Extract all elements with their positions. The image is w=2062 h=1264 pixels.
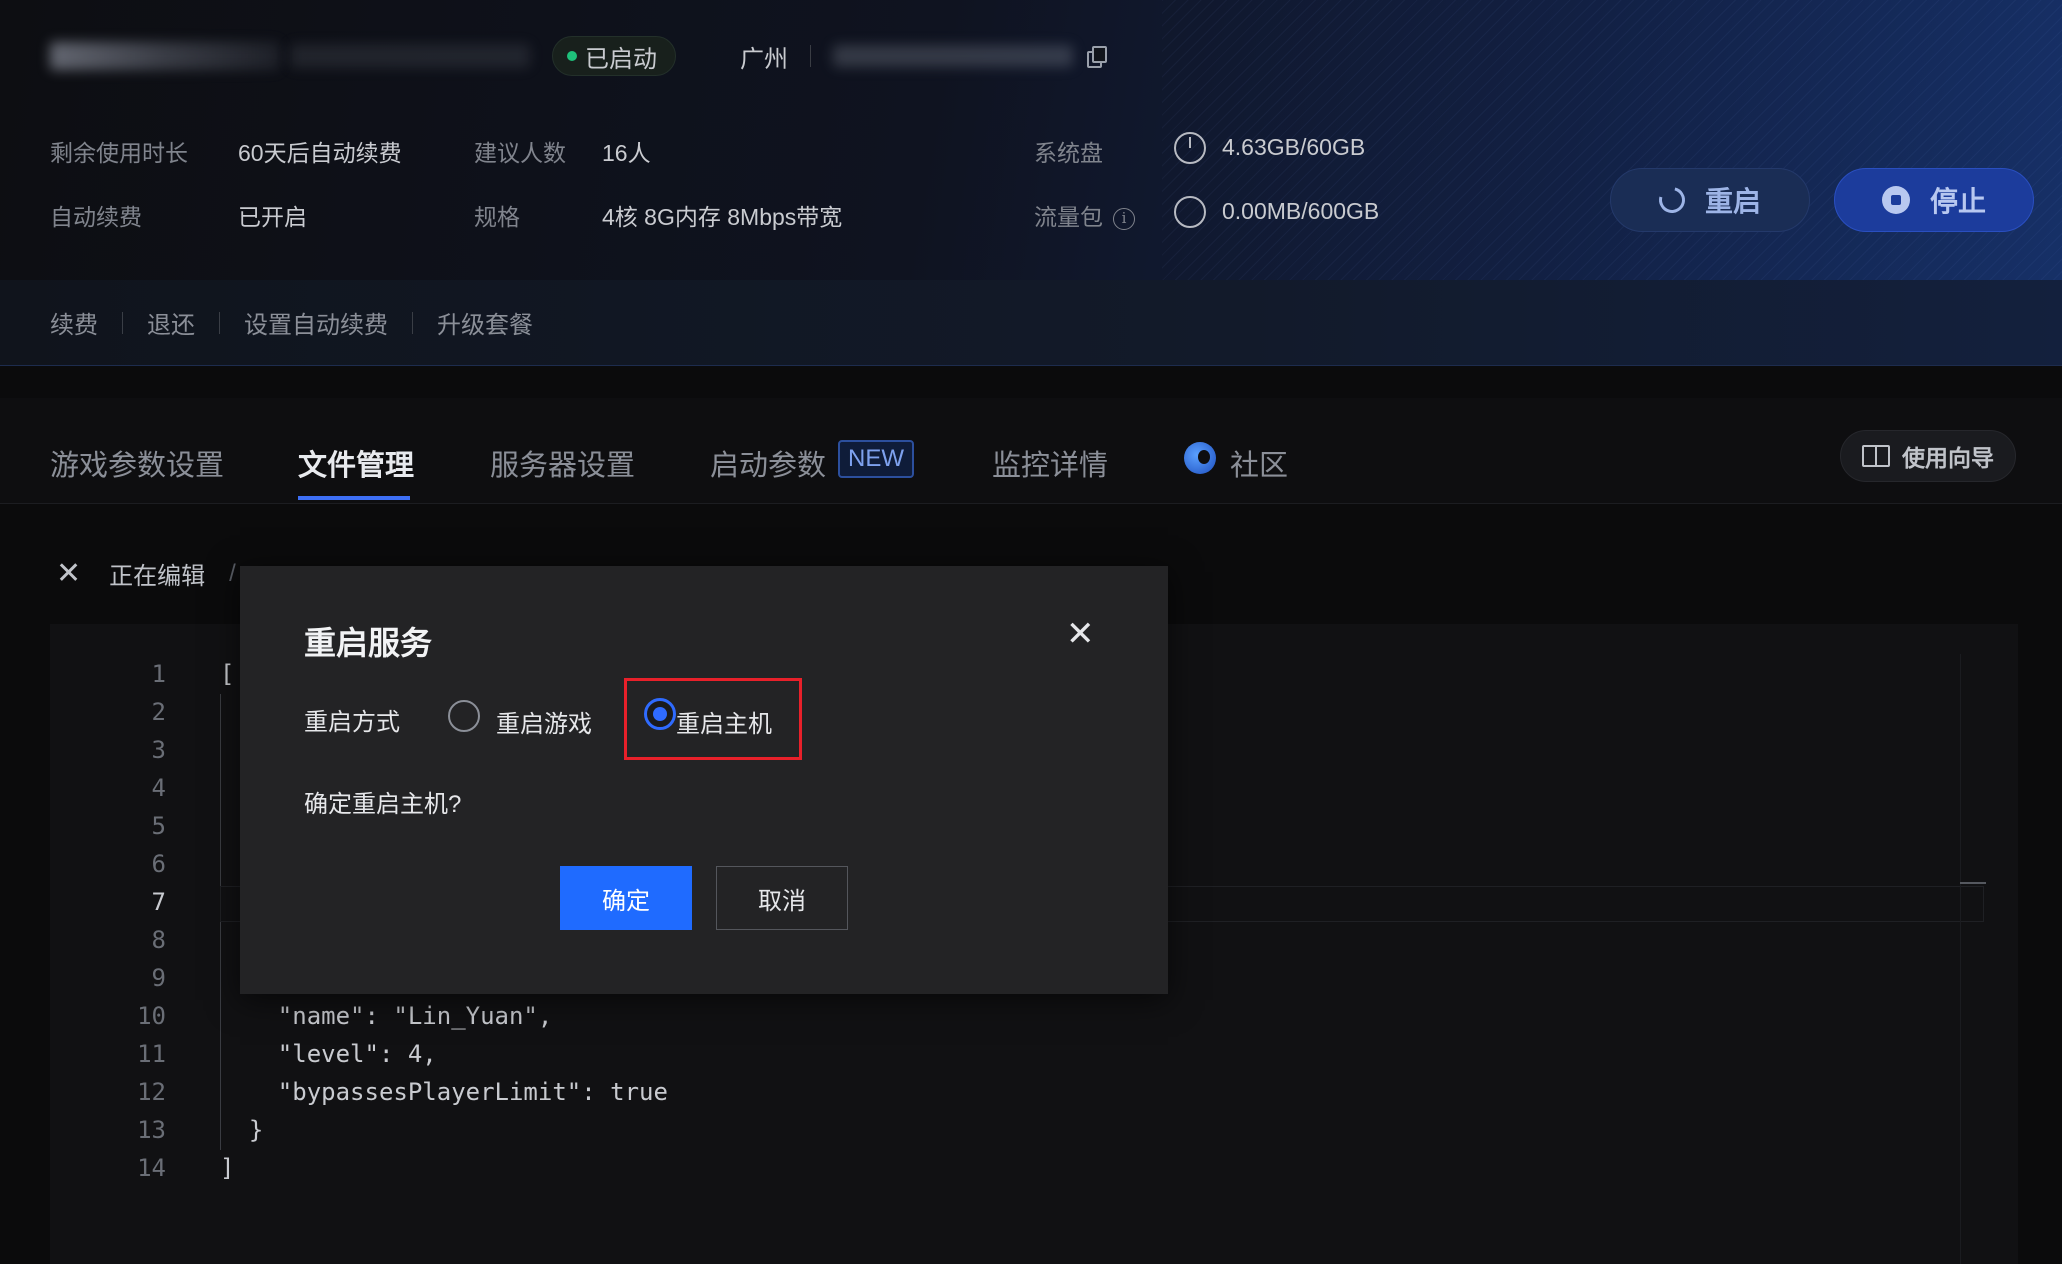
scrollbar-cursor-marker [1960, 882, 1986, 884]
renew-link[interactable]: 续费 [50, 305, 98, 340]
code-line: [ [220, 660, 235, 688]
line-number: 12 [137, 1078, 166, 1106]
line-number: 10 [137, 1002, 166, 1030]
restart-label: 重启 [1704, 186, 1761, 217]
auto-renew-value: 已开启 [238, 204, 307, 230]
line-number: 8 [151, 926, 166, 954]
tab-monitoring[interactable]: 监控详情 [992, 442, 1108, 484]
line-number: 2 [151, 698, 166, 726]
code-line: "bypassesPlayerLimit": true [220, 1078, 668, 1106]
line-number: 6 [151, 850, 166, 878]
line-number: 11 [137, 1040, 166, 1068]
divider [219, 311, 220, 334]
divider [122, 311, 123, 334]
line-number: 13 [137, 1116, 166, 1144]
tab-launch-params[interactable]: 启动参数 [710, 442, 826, 484]
community-icon [1184, 442, 1216, 474]
radio-restart-game[interactable] [448, 700, 480, 732]
guide-button[interactable]: 使用向导 [1840, 430, 2016, 482]
code-line: "name": "Lin_Yuan", [220, 1002, 553, 1030]
line-number: 1 [151, 660, 166, 688]
remaining-time-value: 60天后自动续费 [238, 140, 402, 166]
tab-file-management[interactable]: 文件管理 [298, 442, 414, 484]
code-line: ] [220, 1154, 235, 1182]
traffic-value: 0.00MB/600GB [1222, 198, 1380, 224]
tab-game-params[interactable]: 游戏参数设置 [50, 442, 224, 484]
editing-bar: ✕ 正在编辑 / [56, 556, 242, 591]
players-label: 建议人数 [474, 140, 566, 166]
new-badge: NEW [838, 440, 914, 478]
active-tab-indicator [298, 496, 410, 500]
status-text: 已启动 [585, 45, 657, 73]
line-number: 14 [137, 1154, 166, 1182]
server-name-redacted [50, 42, 280, 70]
region-text: 广州 [740, 45, 788, 73]
close-editor-icon[interactable]: ✕ [56, 556, 81, 591]
restart-icon [1654, 182, 1690, 218]
set-auto-renew-link[interactable]: 设置自动续费 [244, 305, 388, 340]
server-id-redacted [290, 44, 530, 68]
code-line: "level": 4, [220, 1040, 437, 1068]
line-number: 5 [151, 812, 166, 840]
auto-renew-label: 自动续费 [50, 204, 142, 230]
restart-game-label[interactable]: 重启游戏 [496, 704, 592, 739]
stop-label: 停止 [1929, 186, 1986, 217]
close-icon[interactable]: ✕ [1066, 614, 1095, 654]
cancel-button[interactable]: 取消 [716, 866, 848, 930]
restart-button[interactable]: 重启 [1610, 168, 1810, 232]
dialog-title: 重启服务 [304, 625, 433, 661]
status-badge: 已启动 [552, 36, 676, 76]
action-bar: 续费 退还 设置自动续费 升级套餐 [0, 280, 2062, 366]
highlight-box [624, 678, 802, 760]
editing-label: 正在编辑 [109, 563, 206, 590]
upgrade-plan-link[interactable]: 升级套餐 [437, 305, 533, 340]
line-number: 4 [151, 774, 166, 802]
refund-link[interactable]: 退还 [147, 305, 195, 340]
book-icon [1862, 445, 1890, 467]
line-number: 9 [151, 964, 166, 992]
server-title-row: 已启动 广州 [50, 36, 1107, 76]
restart-mode-label: 重启方式 [304, 709, 400, 736]
traffic-label-wrap: 流量包 i [1034, 198, 1135, 232]
remaining-time-label: 剩余使用时长 [50, 140, 188, 166]
traffic-usage-icon [1174, 196, 1206, 228]
editor-scrollbar[interactable] [1960, 654, 1988, 1264]
guide-label: 使用向导 [1902, 445, 1994, 471]
traffic-label: 流量包 [1034, 204, 1103, 230]
spec-label: 规格 [474, 204, 520, 230]
line-number: 3 [151, 736, 166, 764]
ip-address-redacted [833, 45, 1073, 67]
disk-usage-icon [1174, 132, 1206, 164]
divider [412, 311, 413, 334]
system-disk-value: 4.63GB/60GB [1222, 134, 1366, 160]
restart-service-dialog: 重启服务 ✕ 重启方式 重启游戏 重启主机 确定重启主机? 确定 取消 [240, 566, 1168, 994]
copy-icon[interactable] [1087, 46, 1107, 68]
info-icon[interactable]: i [1113, 208, 1135, 230]
tab-server-settings[interactable]: 服务器设置 [490, 442, 635, 484]
players-value: 16人 [602, 140, 651, 166]
tab-community[interactable]: 社区 [1230, 442, 1288, 484]
confirm-button[interactable]: 确定 [560, 866, 692, 930]
divider [810, 45, 811, 67]
system-disk-label: 系统盘 [1034, 140, 1103, 166]
server-header: 已启动 广州 剩余使用时长 60天后自动续费 建议人数 16人 系统盘 4.63… [0, 0, 2062, 280]
stop-button[interactable]: 停止 [1834, 168, 2034, 232]
line-number-current: 7 [151, 888, 166, 916]
status-dot-icon [567, 51, 577, 61]
tab-bar: 游戏参数设置 文件管理 服务器设置 启动参数 NEW 监控详情 社区 使用向导 [0, 398, 2062, 504]
stop-icon [1881, 186, 1910, 214]
code-line: } [220, 1116, 264, 1144]
confirm-message: 确定重启主机? [304, 791, 462, 818]
spec-value: 4核 8G内存 8Mbps带宽 [602, 204, 843, 230]
